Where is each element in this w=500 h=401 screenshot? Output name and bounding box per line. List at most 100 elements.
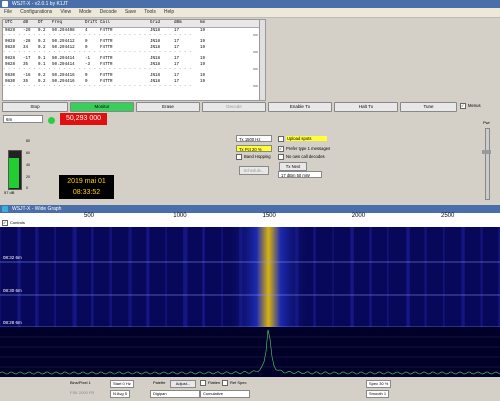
menu-file[interactable]: File: [0, 8, 16, 17]
menu-configurations[interactable]: Configurations: [16, 8, 56, 17]
ref-spec-check-icon[interactable]: [222, 380, 228, 386]
bins-pixel-spinbox[interactable]: Bins/Pixel 1: [70, 380, 91, 386]
menu-save[interactable]: Save: [121, 8, 140, 17]
waterfall-noise: [480, 227, 482, 327]
enable-tx-button[interactable]: Enable Tx: [268, 102, 332, 112]
power-select[interactable]: 17 dBm 50 mW: [278, 171, 322, 178]
start-hz-spinbox[interactable]: Start 0 Hz: [110, 380, 134, 388]
waterfall-noise: [461, 227, 464, 327]
menus-check-icon[interactable]: [460, 102, 466, 109]
flatten-check-icon[interactable]: [200, 380, 206, 386]
ref-spec-checkbox[interactable]: Ref Spec: [222, 380, 246, 386]
range-label: FSK 2000 FR: [70, 390, 95, 395]
waterfall-noise: [387, 227, 388, 327]
waterfall-noise: [183, 227, 186, 327]
monitor-button[interactable]: Monitor: [70, 102, 134, 112]
halt-tx-button[interactable]: Halt Tx: [334, 102, 398, 112]
band-hopping-check-icon[interactable]: [236, 153, 242, 160]
waterfall-noise: [369, 227, 371, 327]
waterfall-noise: [221, 227, 222, 327]
prefer-type1-label: Prefer type 1 messages: [286, 146, 331, 151]
time-mark-3: 08:28 6m: [3, 320, 22, 325]
meter-tick-60: 60: [26, 151, 30, 155]
waterfall-noise: [498, 227, 499, 327]
app-icon: [2, 1, 8, 7]
power-slider-track[interactable]: [485, 128, 490, 200]
waterfall-noise: [166, 227, 167, 327]
decode-table[interactable]: UTC dB DT Freq Drift Call Grid dBm km 08…: [2, 19, 261, 101]
prefer-type1-check-icon[interactable]: [278, 145, 284, 152]
waterfall-noise: [72, 227, 75, 327]
palette-select[interactable]: Digipan: [150, 390, 200, 398]
no-own-call-checkbox[interactable]: No own call decodes: [278, 153, 325, 160]
decode-separator[interactable]: - - - - - - - - - - - - - - - - - - - - …: [3, 85, 260, 90]
scale-label: 500: [84, 213, 95, 219]
main-title-bar: WSJT-X - v2.0.1 by K1JT: [0, 0, 500, 8]
tx-freq-spinbox[interactable]: Tx 1500 Hz: [236, 135, 272, 142]
erase-button[interactable]: Erase: [136, 102, 200, 112]
waterfall-noise: [388, 227, 389, 327]
menu-mode[interactable]: Mode: [75, 8, 96, 17]
decode-button[interactable]: Decode: [202, 102, 266, 112]
power-slider-handle[interactable]: [482, 150, 491, 154]
no-own-call-label: No own call decodes: [286, 154, 325, 159]
menu-tools[interactable]: Tools: [140, 8, 160, 17]
menu-decode[interactable]: Decode: [96, 8, 121, 17]
adjust-button[interactable]: Adjust...: [170, 380, 196, 388]
meter-tick-80: 80: [26, 139, 30, 143]
upload-spots-checkbox[interactable]: Upload spots: [278, 135, 328, 142]
band-hopping-checkbox[interactable]: Band Hopping: [236, 153, 271, 160]
upload-spots-check-icon[interactable]: [278, 135, 284, 142]
controls-checkbox[interactable]: Controls: [2, 220, 25, 226]
pwr-label: Pwr: [483, 120, 490, 125]
menu-view[interactable]: View: [56, 8, 75, 17]
menu-help[interactable]: Help: [160, 8, 178, 17]
waterfall-noise: [109, 227, 110, 327]
menus-checkbox[interactable]: Menus: [460, 102, 481, 109]
signal-meter-fill: [9, 158, 19, 188]
waterfall-noise: [17, 227, 20, 327]
tx-pct-spinbox[interactable]: Tx Pct 20 %: [236, 145, 272, 152]
waterfall-noise: [443, 227, 444, 327]
clock-date: 2019 mai 01: [67, 178, 106, 185]
waterfall-display[interactable]: 08:32 6m 08:30 6m 08:28 6m: [0, 227, 500, 377]
waterfall-noise: [333, 227, 334, 327]
scale-label: 1000: [173, 213, 187, 219]
time-mark-1: 08:32 6m: [3, 255, 22, 260]
wide-graph-title: WSJT-X - Wide Graph: [12, 206, 62, 212]
decode-header: UTC dB DT Freq Drift Call Grid dBm km: [3, 20, 260, 28]
smooth-spinbox[interactable]: Smooth 1: [366, 390, 390, 398]
wide-graph-icon: [2, 206, 8, 212]
spectrum-panel: [0, 327, 500, 377]
tx-next-button[interactable]: Tx Next: [279, 162, 307, 171]
n-avg-spinbox[interactable]: N Avg 5: [110, 390, 130, 398]
tune-button[interactable]: Tune: [400, 102, 457, 112]
spectrum-mode-select[interactable]: Cumulative: [200, 390, 250, 398]
upload-spots-label: Upload spots: [286, 136, 328, 141]
flatten-checkbox[interactable]: Flatten: [200, 380, 220, 386]
col-call: Call: [100, 21, 111, 25]
waterfall-noise: [111, 227, 112, 327]
spec-pct-spinbox[interactable]: Spec 30 %: [366, 380, 392, 388]
waterfall-noise: [313, 227, 315, 327]
waterfall-noise: [54, 227, 55, 327]
decode-scrollbar[interactable]: [259, 19, 266, 101]
no-own-call-check-icon[interactable]: [278, 153, 284, 160]
decode-rows: 0828 -29 0.2 50.294408 4 F4TTR JN18 17 19- - - -…: [3, 28, 260, 90]
col-grid: Grid: [150, 21, 161, 25]
controls-check-icon[interactable]: [2, 220, 8, 226]
waterfall-noise: [222, 227, 223, 327]
stop-button[interactable]: Stop: [2, 102, 68, 112]
waterfall-noise: [35, 227, 37, 327]
col-drift: Drift: [85, 21, 98, 25]
meter-db-value: 57 dB: [4, 190, 15, 195]
col-db: dB: [23, 21, 29, 25]
col-dbm: dBm: [174, 21, 182, 25]
band-select[interactable]: 6m: [3, 115, 43, 123]
col-utc: UTC: [5, 21, 13, 25]
wide-graph-controls: Bins/Pixel 1 Start 0 Hz Palette Adjust..…: [0, 377, 500, 401]
meter-tick-20: 20: [26, 175, 30, 179]
waterfall-noise: [0, 227, 1, 327]
schedule-button[interactable]: Schedule...: [239, 166, 269, 175]
prefer-type1-checkbox[interactable]: Prefer type 1 messages: [278, 145, 330, 152]
